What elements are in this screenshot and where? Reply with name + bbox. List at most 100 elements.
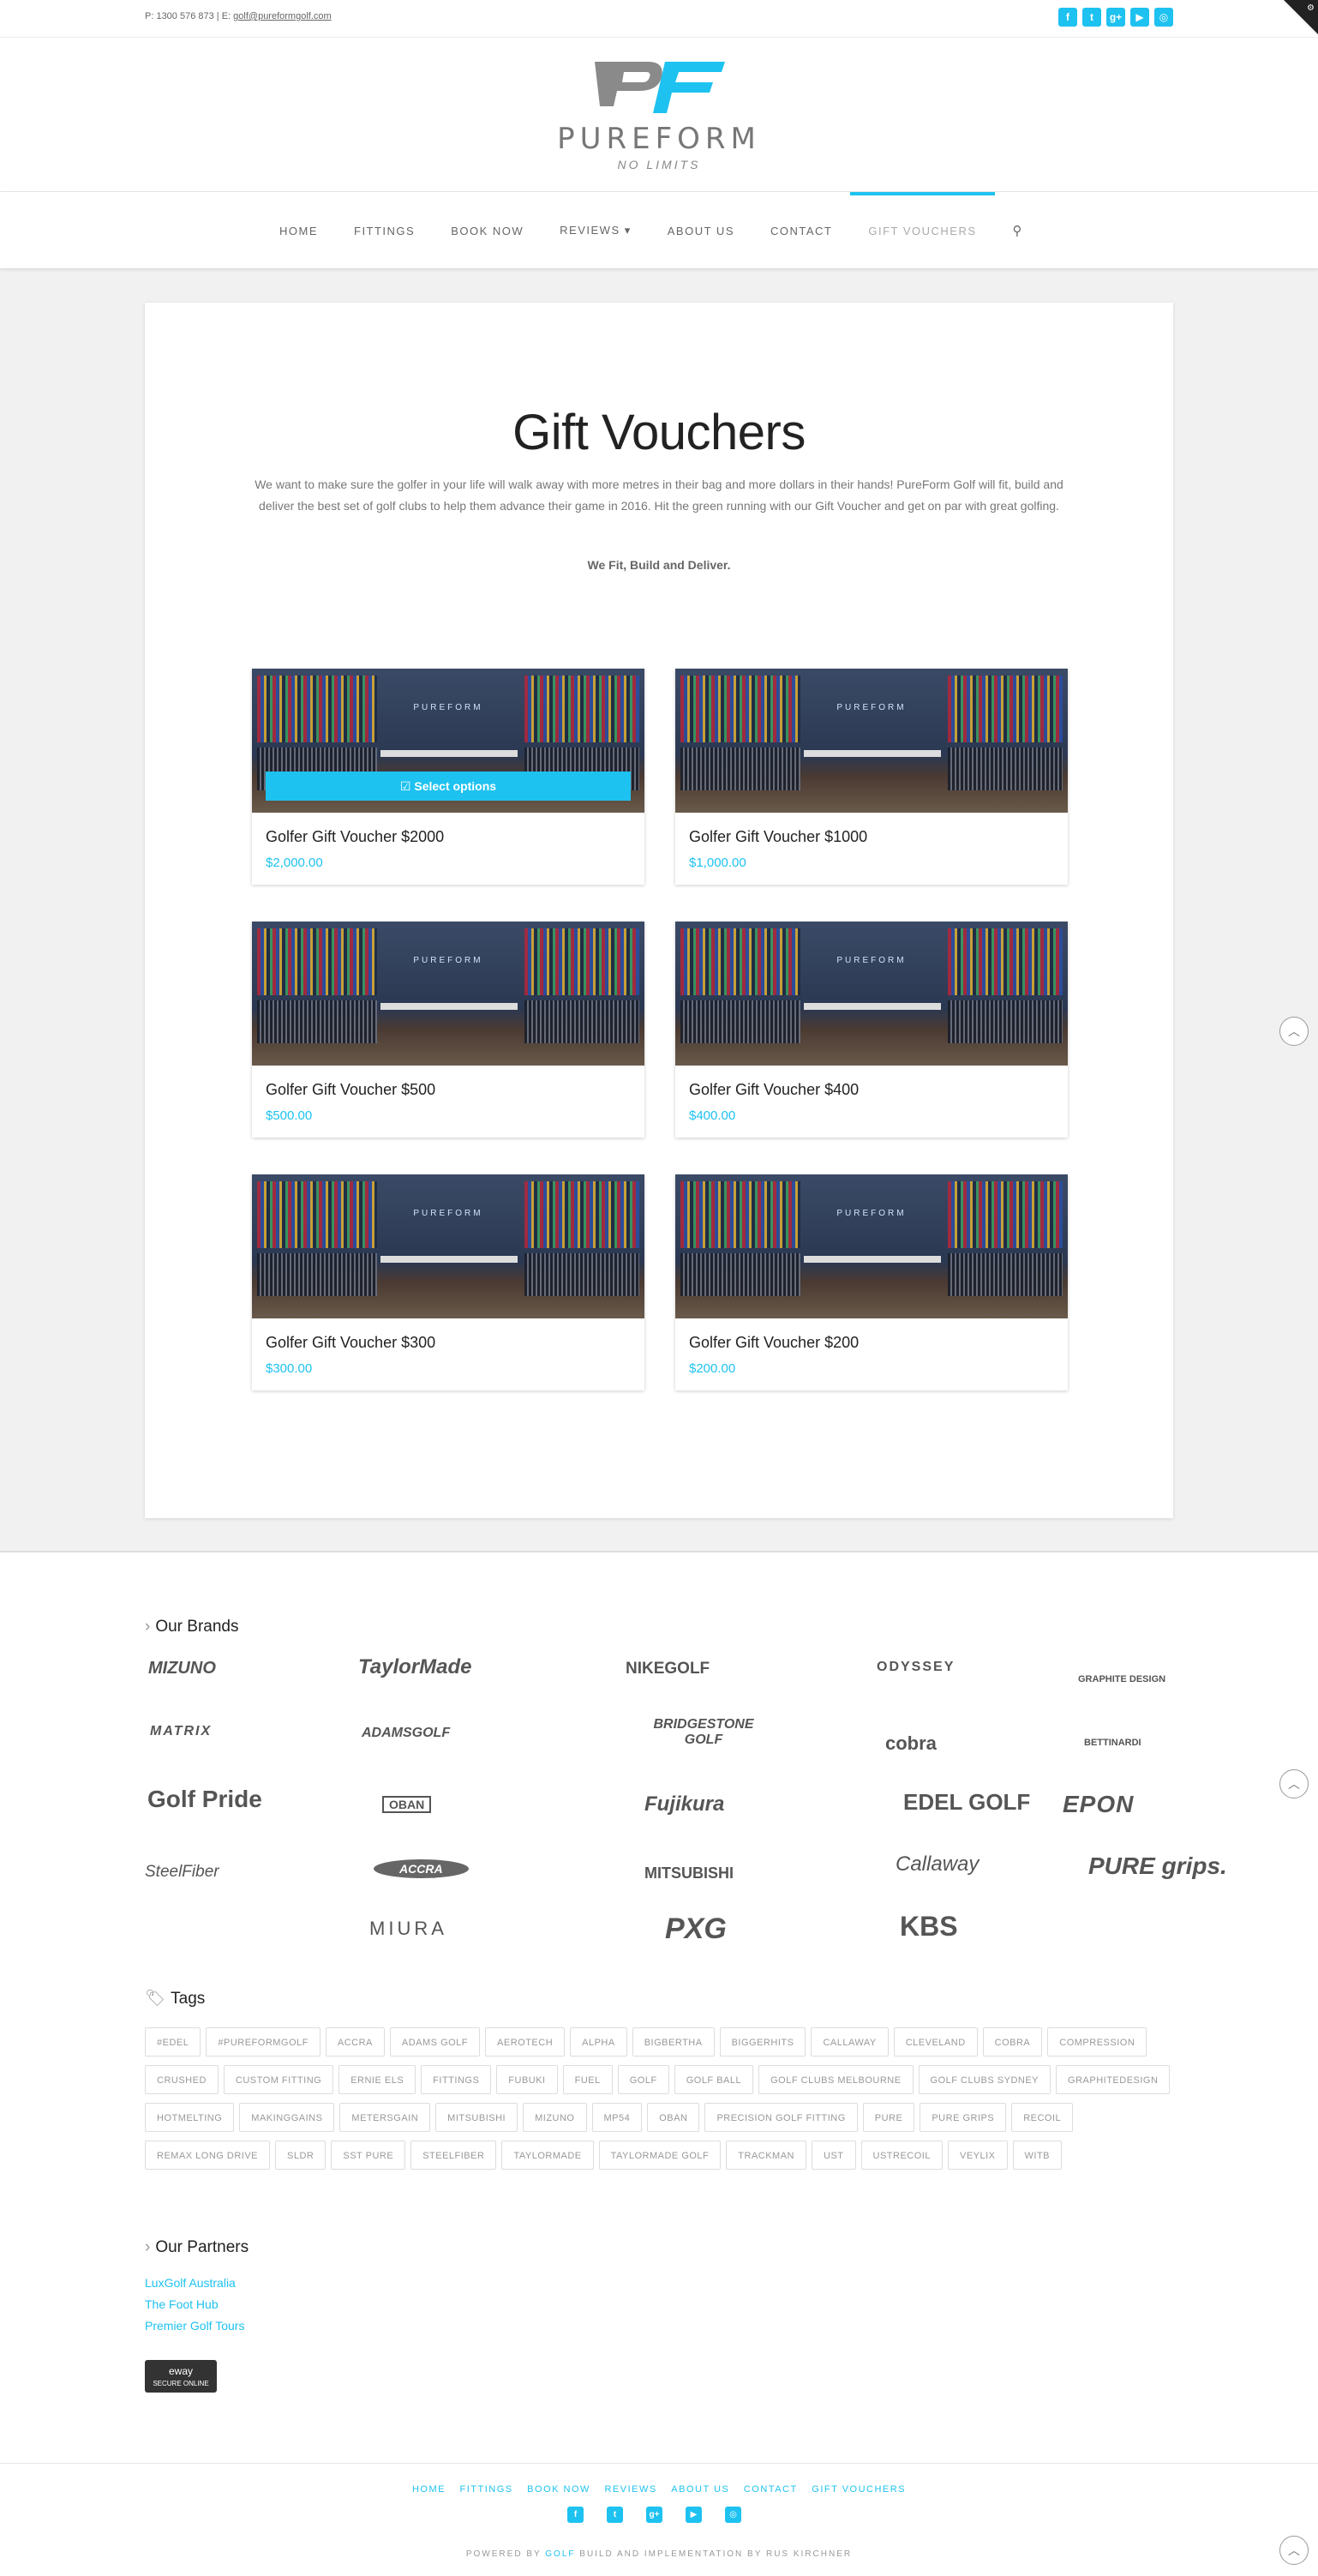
instagram-icon[interactable]: ◎ bbox=[725, 2507, 741, 2523]
product-card[interactable]: PUREFORM Golfer Gift Voucher $400 $400.0… bbox=[675, 922, 1068, 1138]
tag-link[interactable]: ERNIE ELS bbox=[338, 2065, 416, 2094]
product-card[interactable]: PUREFORM ☑ Select options Golfer Gift Vo… bbox=[252, 669, 644, 885]
instagram-icon[interactable]: ◎ bbox=[1154, 8, 1173, 27]
tag-link[interactable]: PRECISION GOLF FITTING bbox=[704, 2103, 858, 2132]
tag-link[interactable]: MAKINGGAINS bbox=[239, 2103, 335, 2132]
tag-link[interactable]: COBRA bbox=[982, 2027, 1043, 2057]
brand-logo[interactable]: ACCRA bbox=[374, 1859, 469, 1878]
brand-logo[interactable]: OBAN bbox=[382, 1796, 432, 1813]
facebook-icon[interactable]: f bbox=[567, 2507, 584, 2523]
facebook-icon[interactable]: f bbox=[1058, 8, 1077, 27]
brand-logo[interactable]: EDEL GOLF bbox=[903, 1789, 1030, 1816]
search-icon[interactable]: ⚲ bbox=[995, 192, 1042, 269]
brand-logo[interactable]: NIKEGOLF bbox=[626, 1660, 710, 1678]
footer-link-reviews[interactable]: REVIEWS bbox=[604, 2484, 656, 2495]
product-name[interactable]: Golfer Gift Voucher $200 bbox=[689, 1334, 859, 1352]
nav-book-now[interactable]: BOOK NOW bbox=[433, 192, 542, 269]
brand-logo[interactable]: GRAPHITE DESIGN bbox=[1078, 1674, 1165, 1684]
brand-logo[interactable]: ADAMSGOLF bbox=[362, 1726, 450, 1741]
tag-link[interactable]: VEYLIX bbox=[947, 2141, 1008, 2170]
product-name[interactable]: Golfer Gift Voucher $300 bbox=[266, 1334, 435, 1352]
google-plus-icon[interactable]: g+ bbox=[1106, 8, 1125, 27]
product-image[interactable]: PUREFORM bbox=[675, 669, 1068, 813]
tag-link[interactable]: GRAPHITEDESIGN bbox=[1056, 2065, 1171, 2094]
twitter-icon[interactable]: t bbox=[1082, 8, 1101, 27]
product-image[interactable]: PUREFORM bbox=[252, 1174, 644, 1318]
tag-link[interactable]: RECOIL bbox=[1011, 2103, 1074, 2132]
product-name[interactable]: Golfer Gift Voucher $2000 bbox=[266, 828, 444, 846]
select-options-button[interactable]: ☑ Select options bbox=[266, 772, 631, 801]
brand-logo[interactable]: MATRIX bbox=[150, 1724, 212, 1739]
tag-link[interactable]: #PUREFORMGOLF bbox=[206, 2027, 321, 2057]
back-to-top-button[interactable]: ︿ bbox=[1279, 1769, 1309, 1798]
partner-link[interactable]: LuxGolf Australia bbox=[145, 2273, 244, 2294]
tag-link[interactable]: FUEL bbox=[562, 2065, 613, 2094]
product-image[interactable]: PUREFORM bbox=[675, 1174, 1068, 1318]
tag-link[interactable]: MITSUBISHI bbox=[435, 2103, 518, 2132]
tag-link[interactable]: TRACKMAN bbox=[726, 2141, 807, 2170]
product-card[interactable]: PUREFORM Golfer Gift Voucher $500 $500.0… bbox=[252, 922, 644, 1138]
tag-link[interactable]: TAYLORMADE bbox=[501, 2141, 594, 2170]
brand-logo[interactable]: Golf Pride bbox=[147, 1786, 262, 1813]
footer-link-fittings[interactable]: FITTINGS bbox=[460, 2484, 513, 2495]
nav-gift-vouchers[interactable]: GIFT VOUCHERS bbox=[850, 192, 995, 269]
product-card[interactable]: PUREFORM Golfer Gift Voucher $300 $300.0… bbox=[252, 1174, 644, 1390]
tag-link[interactable]: GOLF CLUBS MELBOURNE bbox=[758, 2065, 914, 2094]
brand-logo[interactable]: SteelFiber bbox=[145, 1863, 219, 1882]
brand-logo[interactable]: Fujikura bbox=[644, 1792, 724, 1816]
tag-link[interactable]: BIGBERTHA bbox=[632, 2027, 715, 2057]
brand-logo[interactable]: TaylorMade bbox=[358, 1655, 471, 1679]
contact-email-link[interactable]: golf@pureformgolf.com bbox=[233, 11, 332, 21]
tag-link[interactable]: PURE bbox=[862, 2103, 915, 2132]
twitter-icon[interactable]: t bbox=[607, 2507, 623, 2523]
nav-home[interactable]: HOME bbox=[261, 192, 336, 269]
tag-link[interactable]: CALLAWAY bbox=[811, 2027, 889, 2057]
tag-link[interactable]: CLEVELAND bbox=[893, 2027, 978, 2057]
tag-link[interactable]: REMAX LONG DRIVE bbox=[145, 2141, 271, 2170]
tag-link[interactable]: MIZUNO bbox=[523, 2103, 587, 2132]
brand-logo[interactable]: MITSUBISHI bbox=[644, 1864, 734, 1882]
footer-link-home[interactable]: HOME bbox=[412, 2484, 446, 2495]
brand-logo[interactable]: KBS bbox=[900, 1911, 958, 1943]
back-to-top-button[interactable]: ︿ bbox=[1279, 1017, 1309, 1046]
tag-link[interactable]: ALPHA bbox=[570, 2027, 627, 2057]
nav-fittings[interactable]: FITTINGS bbox=[336, 192, 433, 269]
brand-logo[interactable]: MIZUNO bbox=[148, 1659, 216, 1678]
product-card[interactable]: PUREFORM Golfer Gift Voucher $1000 $1,00… bbox=[675, 669, 1068, 885]
tag-link[interactable]: WITB bbox=[1012, 2141, 1063, 2170]
tag-link[interactable]: GOLF CLUBS SYDNEY bbox=[918, 2065, 1051, 2094]
brand-logo[interactable]: Callaway bbox=[896, 1852, 979, 1876]
tag-link[interactable]: STEELFIBER bbox=[410, 2141, 497, 2170]
tag-link[interactable]: MP54 bbox=[591, 2103, 643, 2132]
settings-corner[interactable]: ⚙ bbox=[1284, 0, 1318, 34]
tag-link[interactable]: GOLF BALL bbox=[674, 2065, 754, 2094]
footer-link-about-us[interactable]: ABOUT US bbox=[671, 2484, 729, 2495]
eway-secure-badge[interactable]: eway SECURE ONLINE bbox=[145, 2360, 217, 2393]
youtube-icon[interactable]: ▶ bbox=[686, 2507, 702, 2523]
tag-link[interactable]: PURE GRIPS bbox=[920, 2103, 1007, 2132]
brand-logo[interactable]: cobra bbox=[885, 1732, 937, 1755]
product-name[interactable]: Golfer Gift Voucher $500 bbox=[266, 1081, 435, 1099]
tag-link[interactable]: #EDEL bbox=[145, 2027, 201, 2057]
footer-link-contact[interactable]: CONTACT bbox=[744, 2484, 798, 2495]
google-plus-icon[interactable]: g+ bbox=[646, 2507, 662, 2523]
footer-link-gift-vouchers[interactable]: GIFT VOUCHERS bbox=[812, 2484, 906, 2495]
tag-link[interactable]: USTRECOIL bbox=[860, 2141, 943, 2170]
tag-link[interactable]: COMPRESSION bbox=[1047, 2027, 1147, 2057]
brand-logo[interactable]: BETTINARDI bbox=[1084, 1738, 1141, 1748]
tag-link[interactable]: CUSTOM FITTING bbox=[223, 2065, 334, 2094]
tag-link[interactable]: CRUSHED bbox=[145, 2065, 219, 2094]
tag-link[interactable]: SLDR bbox=[275, 2141, 327, 2170]
product-image[interactable]: PUREFORM bbox=[252, 922, 644, 1066]
tag-link[interactable]: ADAMS GOLF bbox=[389, 2027, 481, 2057]
brand-logo[interactable]: PXG bbox=[665, 1912, 727, 1946]
brand-logo[interactable]: PURE grips. bbox=[1088, 1852, 1227, 1880]
youtube-icon[interactable]: ▶ bbox=[1130, 8, 1149, 27]
product-card[interactable]: PUREFORM Golfer Gift Voucher $200 $200.0… bbox=[675, 1174, 1068, 1390]
tag-link[interactable]: TAYLORMADE GOLF bbox=[598, 2141, 722, 2170]
gear-icon[interactable]: ⚙ bbox=[1307, 3, 1315, 13]
brand-logo[interactable]: EPON bbox=[1063, 1791, 1134, 1818]
tag-link[interactable]: UST bbox=[812, 2141, 856, 2170]
tag-link[interactable]: OBAN bbox=[647, 2103, 700, 2132]
tag-link[interactable]: FUBUKI bbox=[496, 2065, 558, 2094]
